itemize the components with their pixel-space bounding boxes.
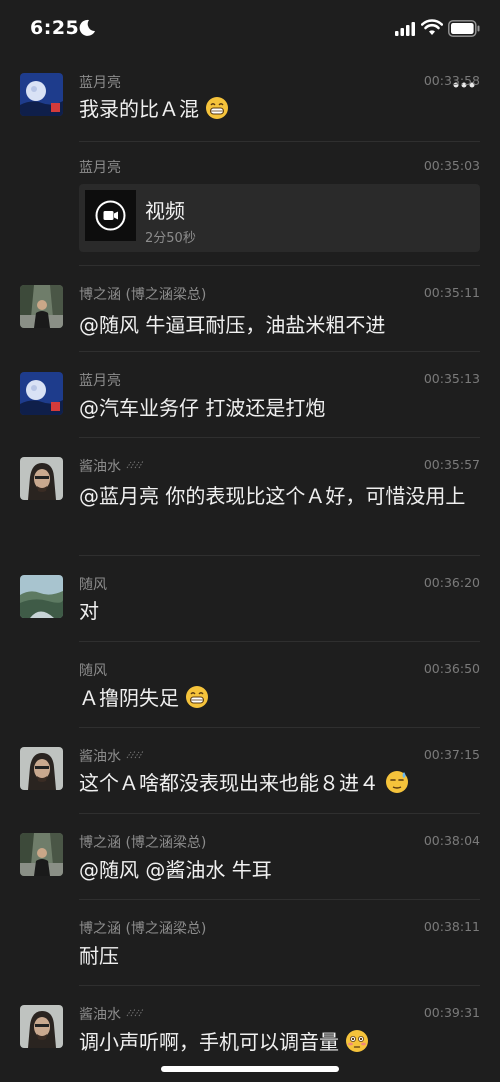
sender-name: 酱油水 [79, 1004, 147, 1024]
sender-name-text: 酱油水 [79, 749, 121, 765]
avatar-depp[interactable] [20, 747, 63, 790]
message-time: 00:37:15 [423, 747, 480, 762]
message-time: 00:38:04 [423, 833, 480, 848]
avatar-man[interactable] [20, 833, 63, 876]
message-text-content: Ａ撸阴失足 [79, 686, 179, 710]
message-text: 我录的比Ａ混 [79, 93, 479, 125]
grin-emoji [206, 97, 229, 119]
message-text: 耐压 [79, 944, 119, 968]
message-time: 00:33:58 [423, 73, 480, 88]
video-duration: 2分50秒 [145, 231, 196, 246]
message-time: 00:36:20 [423, 575, 480, 590]
message-time: 00:35:03 [423, 158, 480, 173]
sender-name: 随风 [79, 663, 107, 679]
avatar-moon[interactable] [20, 73, 63, 116]
message-item[interactable]: 酱油水 00:37:15 这个Ａ啥都没表现出来也能８进４ [0, 728, 500, 814]
video-card[interactable]: 视频 2分50秒 [79, 184, 480, 252]
message-text: 调小声听啊，手机可以调音量 [79, 1026, 479, 1058]
sender-name: 蓝月亮 [79, 373, 121, 389]
message-text: Ａ撸阴失足 [79, 682, 479, 714]
message-text: 对 [79, 599, 99, 623]
message-text-content: 我录的比Ａ混 [79, 97, 199, 121]
video-play-icon [95, 200, 126, 231]
sender-name: 博之涵 (博之涵梁总) [79, 921, 207, 937]
home-indicator[interactable] [161, 1066, 339, 1072]
moon-icon [79, 19, 95, 36]
sender-name-text: 酱油水 [79, 1007, 121, 1023]
message-time: 00:39:31 [423, 1005, 480, 1020]
sender-name: 蓝月亮 [79, 160, 121, 176]
sender-name: 博之涵 (博之涵梁总) [79, 835, 207, 851]
avatar-depp[interactable] [20, 457, 63, 500]
sender-name: 蓝月亮 [79, 75, 121, 91]
message-item[interactable]: 随风 00:36:50 Ａ撸阴失足 [0, 642, 500, 728]
wifi-icon [421, 19, 443, 35]
message-text-content: 这个Ａ啥都没表现出来也能８进４ [79, 771, 379, 795]
avatar-depp[interactable] [20, 1005, 63, 1048]
message-time: 00:35:13 [423, 371, 480, 386]
status-time: 6:25 [30, 17, 80, 39]
sweat-emoji [386, 771, 409, 793]
message-list: 蓝月亮 00:33:58 我录的比Ａ混 蓝月亮 00:35:03 视频 2分50… [0, 60, 500, 1072]
sender-name-text: 酱油水 [79, 459, 121, 475]
avatar-man[interactable] [20, 285, 63, 328]
message-time: 00:35:57 [423, 457, 480, 472]
flower-icon [127, 750, 144, 759]
sender-name: 随风 [79, 577, 107, 593]
message-time: 00:35:11 [423, 285, 480, 300]
battery-icon [448, 20, 480, 37]
sender-name: 博之涵 (博之涵梁总) [79, 287, 207, 303]
message-time: 00:36:50 [423, 661, 480, 676]
sender-name: 酱油水 [79, 456, 147, 476]
video-title: 视频 [145, 199, 185, 223]
sender-name: 酱油水 [79, 746, 147, 766]
message-text-content: 调小声听啊，手机可以调音量 [79, 1030, 339, 1054]
message-item[interactable]: 蓝月亮 00:35:03 视频 2分50秒 [0, 142, 500, 266]
flower-icon [127, 460, 144, 469]
avatar-landscape[interactable] [20, 575, 63, 618]
flushed-emoji [346, 1030, 369, 1052]
message-item[interactable]: 博之涵 (博之涵梁总) 00:35:11 @随风 牛逼耳耐压，油盐米粗不进 [0, 266, 500, 352]
grin-emoji [186, 686, 209, 708]
message-text: @汽车业务仔 打波还是打炮 [79, 396, 326, 420]
message-text: @随风 牛逼耳耐压，油盐米粗不进 [79, 313, 386, 337]
message-item[interactable]: 蓝月亮 00:35:13 @汽车业务仔 打波还是打炮 [0, 352, 500, 438]
message-time: 00:38:11 [423, 919, 480, 934]
signal-icon [395, 22, 415, 36]
message-item[interactable]: 博之涵 (博之涵梁总) 00:38:04 @随风 @酱油水 牛耳 [0, 814, 500, 900]
message-item[interactable]: 酱油水 00:39:31 调小声听啊，手机可以调音量 [0, 986, 500, 1072]
message-text: 这个Ａ啥都没表现出来也能８进４ [79, 767, 479, 799]
message-item[interactable]: 蓝月亮 00:33:58 我录的比Ａ混 [0, 60, 500, 142]
message-item[interactable]: 随风 00:36:20 对 [0, 556, 500, 642]
avatar-moon[interactable] [20, 372, 63, 415]
flower-icon [127, 1008, 144, 1017]
message-item[interactable]: 博之涵 (博之涵梁总) 00:38:11 耐压 [0, 900, 500, 986]
message-item[interactable]: 酱油水 00:35:57 @蓝月亮 你的表现比这个Ａ好，可惜没用上 [0, 438, 500, 556]
message-text: @蓝月亮 你的表现比这个Ａ好，可惜没用上 [79, 484, 466, 508]
chat-screen: 6:25 蓝月亮 00:33:58 我录的比Ａ混 蓝月亮 00:35:03 视频… [0, 0, 500, 1082]
status-bar: 6:25 [0, 0, 500, 60]
message-text: @随风 @酱油水 牛耳 [79, 858, 272, 882]
video-thumbnail [85, 190, 136, 241]
